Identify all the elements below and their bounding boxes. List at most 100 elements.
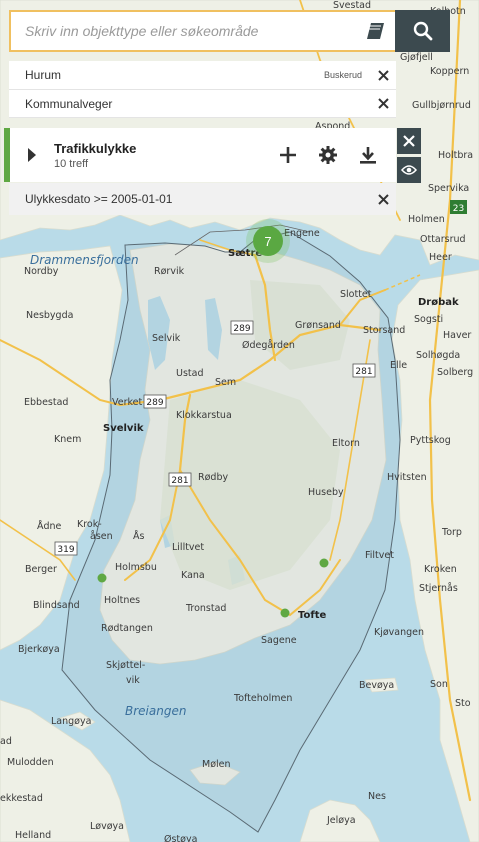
label-krokasen-1: Krok- — [77, 519, 102, 530]
label-elle: Elle — [390, 360, 407, 371]
label-solberg: Solberg — [437, 367, 473, 378]
toggle-visibility-button[interactable] — [397, 157, 421, 183]
expand-layer-button[interactable] — [10, 147, 54, 163]
label-langoya: Langøya — [51, 716, 91, 727]
label-storsand: Storsand — [363, 325, 405, 336]
label-helland: Helland — [15, 830, 51, 841]
svg-text:289: 289 — [146, 398, 163, 408]
label-ebbestad: Ebbestad — [24, 397, 68, 408]
label-torp: Torp — [441, 527, 462, 538]
plus-icon — [280, 147, 296, 163]
close-icon — [377, 69, 389, 81]
label-blindsand: Blindsand — [33, 600, 80, 611]
label-lovoya: Løvøya — [90, 821, 124, 832]
label-haver: Haver — [443, 330, 471, 341]
label-holtnes: Holtnes — [104, 595, 140, 606]
label-hvitsten: Hvitsten — [387, 472, 427, 483]
label-skjottelvik-2: vik — [126, 675, 140, 686]
search-button[interactable] — [395, 10, 450, 52]
label-nes: Nes — [368, 791, 386, 802]
label-lilltvet: Lilltvet — [172, 542, 204, 553]
search-bar — [9, 10, 450, 52]
label-tofteholmen: Tofteholmen — [233, 693, 292, 704]
accident-marker[interactable] — [97, 573, 107, 583]
label-rodby: Rødby — [198, 472, 228, 483]
label-holtbra: Holtbra — [438, 150, 473, 161]
label-jeloya: Jeløya — [326, 815, 356, 826]
layer-count: 10 treff — [54, 157, 89, 170]
search-input[interactable] — [11, 12, 355, 50]
label-pyttskog: Pyttskog — [410, 435, 451, 446]
svg-text:281: 281 — [355, 367, 372, 377]
label-nesbygda: Nesbygda — [26, 310, 73, 321]
label-nordby: Nordby — [24, 266, 59, 277]
date-condition-label: Ulykkesdato >= 2005-01-01 — [25, 192, 173, 206]
road-shield-281-b: 281 — [168, 472, 192, 487]
label-kroken: Kroken — [424, 564, 457, 575]
label-breiangen: Breiangen — [125, 704, 186, 718]
road-filter-label: Kommunalveger — [25, 96, 113, 111]
book-icon — [367, 23, 384, 39]
layer-title: Trafikkulykke — [54, 140, 137, 156]
label-heer: Heer — [429, 252, 452, 263]
label-holmen-e: Holmen — [408, 214, 445, 225]
remove-road-filter-button[interactable] — [370, 98, 396, 109]
map-canvas[interactable]: 289 289 281 281 319 23 Svestad Kolbotn G… — [0, 0, 479, 842]
layer-catalog-button[interactable] — [355, 12, 395, 50]
label-gullbjornrud: Gullbjørnrud — [412, 100, 471, 111]
svg-text:319: 319 — [57, 545, 74, 555]
road-shield-281-a: 281 — [352, 363, 376, 378]
label-aas: Ås — [133, 530, 144, 542]
label-molen: Mølen — [202, 759, 231, 770]
label-sem: Sem — [215, 377, 236, 388]
label-ostoya: Østøya — [164, 834, 197, 842]
layer-panel: Trafikkulykke 10 treff — [4, 128, 396, 182]
close-layer-button[interactable] — [397, 128, 421, 154]
accident-marker[interactable] — [280, 608, 290, 618]
add-filter-button[interactable] — [268, 146, 308, 164]
label-drobak: Drøbak — [418, 297, 459, 308]
label-bjerkoya: Bjerkøya — [18, 644, 60, 655]
accident-marker[interactable] — [319, 558, 329, 568]
label-ad: ad — [0, 736, 12, 747]
layer-settings-button[interactable] — [308, 146, 348, 164]
label-spervika: Spervika — [428, 183, 469, 194]
remove-condition-button[interactable] — [370, 193, 396, 205]
cluster-count: 7 — [264, 234, 271, 249]
expand-arrow-icon — [28, 148, 36, 162]
label-odegarden: Ødegården — [242, 340, 295, 351]
label-gronsand: Grønsand — [295, 320, 341, 331]
label-koppern: Koppern — [430, 66, 469, 77]
gear-icon — [319, 146, 337, 164]
label-kjovangen: Kjøvangen — [374, 627, 424, 638]
label-slottet: Slottet — [340, 289, 372, 300]
label-kana: Kana — [181, 570, 205, 581]
label-berger: Berger — [25, 564, 57, 575]
label-drammensfjorden: Drammensfjorden — [30, 253, 139, 267]
label-bevoya: Bevøya — [359, 680, 394, 691]
download-button[interactable] — [348, 146, 388, 164]
label-eltorn: Eltorn — [332, 438, 360, 449]
close-icon — [377, 193, 389, 205]
search-icon — [413, 21, 432, 41]
label-rodtangen: Rødtangen — [101, 623, 153, 634]
label-huseby: Huseby — [308, 487, 344, 498]
label-ustad: Ustad — [176, 368, 203, 379]
close-icon — [403, 135, 415, 147]
label-son: Son — [430, 679, 448, 690]
label-filtvet: Filtvet — [365, 550, 394, 561]
label-stjernas: Stjernås — [419, 583, 458, 594]
area-filter-county: Buskerud — [323, 70, 362, 80]
label-ekkestad: ekkestad — [0, 793, 43, 804]
label-klokkarstua: Klokkarstua — [176, 410, 232, 421]
area-filter-label: Hurum — [25, 68, 62, 82]
road-filter-row: Kommunalveger — [9, 90, 396, 118]
remove-area-filter-button[interactable] — [370, 69, 396, 81]
label-holmsbu: Holmsbu — [115, 562, 157, 573]
label-skjottelvik-1: Skjøttel- — [106, 660, 145, 671]
eye-icon — [401, 165, 417, 175]
accident-cluster[interactable]: 7 — [246, 219, 290, 263]
label-rorvik: Rørvik — [154, 266, 185, 277]
area-filter-row: Hurum Buskerud — [9, 61, 396, 90]
svg-text:23: 23 — [453, 204, 464, 214]
